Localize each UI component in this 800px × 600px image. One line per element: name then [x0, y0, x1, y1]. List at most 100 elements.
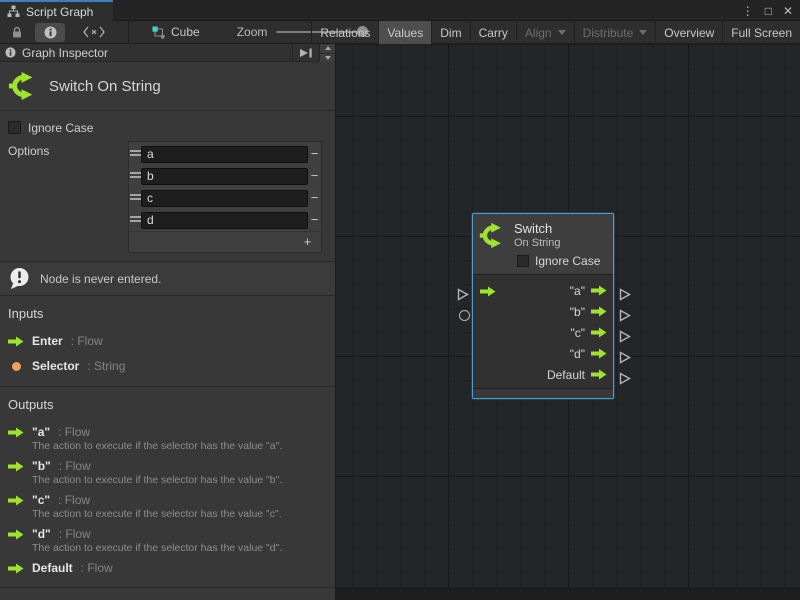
- overview-button[interactable]: Overview: [655, 21, 722, 44]
- option-input[interactable]: [141, 146, 308, 163]
- option-row: −: [129, 165, 321, 187]
- enter-connection-handle[interactable]: [457, 288, 469, 301]
- inspector-node-title: Switch On String: [49, 78, 161, 95]
- warning-box: Node is never entered.: [0, 261, 335, 296]
- carry-button[interactable]: Carry: [470, 21, 516, 44]
- graph-canvas[interactable]: Switch On String Ignore Case "a" "b": [336, 44, 800, 600]
- flow-arrow-icon: [8, 461, 24, 472]
- distribute-dropdown[interactable]: Distribute: [574, 21, 656, 44]
- port-name: "c": [32, 493, 50, 507]
- lock-button[interactable]: [2, 23, 32, 42]
- distribute-label: Distribute: [583, 26, 634, 40]
- section-divider: [0, 587, 335, 588]
- scroll-down-button[interactable]: [320, 53, 335, 62]
- code-preview-button[interactable]: [69, 23, 119, 42]
- align-label: Align: [525, 26, 552, 40]
- graph-hierarchy-icon: [7, 5, 20, 18]
- flow-arrow-icon: [591, 369, 607, 380]
- port-type: : Flow: [81, 561, 113, 575]
- input-port-selector: Selector : String: [8, 359, 327, 373]
- unity-visual-scripting-window: { "window": { "tab_title": "Script Graph…: [0, 0, 800, 600]
- dim-label: Dim: [440, 26, 461, 40]
- port-label: "a": [570, 284, 585, 298]
- output-default-connection-handle[interactable]: [619, 372, 631, 385]
- node-header[interactable]: Switch On String Ignore Case: [473, 214, 613, 274]
- flow-arrow-icon: [480, 286, 496, 297]
- output-b-connection-handle[interactable]: [619, 309, 631, 322]
- options-list: − − − − +: [128, 141, 322, 253]
- port-name: "a": [32, 425, 50, 439]
- dock-panel-button[interactable]: [292, 44, 319, 62]
- output-c-connection-handle[interactable]: [619, 330, 631, 343]
- tab-script-graph[interactable]: Script Graph: [0, 0, 113, 21]
- output-port-c[interactable]: "c": [570, 322, 607, 343]
- values-button[interactable]: Values: [378, 21, 431, 44]
- flow-arrow-icon: [591, 327, 607, 338]
- remove-option-button[interactable]: −: [308, 210, 321, 230]
- inspector-toggle-button[interactable]: [35, 23, 65, 42]
- port-label: "d": [570, 347, 585, 361]
- triangle-up-icon: [325, 46, 331, 50]
- option-input[interactable]: [141, 168, 308, 185]
- output-port-default[interactable]: Default: [547, 364, 607, 385]
- add-option-button[interactable]: +: [294, 232, 321, 252]
- output-port-b[interactable]: "b": [570, 301, 607, 322]
- option-input[interactable]: [141, 190, 308, 207]
- option-input[interactable]: [141, 212, 308, 229]
- node-properties: Ignore Case Options − − −: [0, 111, 335, 261]
- remove-option-button[interactable]: −: [308, 144, 321, 164]
- node-body: "a" "b" "c" "d" Default: [473, 274, 613, 388]
- graph-pointer-label[interactable]: Cube: [171, 25, 200, 39]
- option-row: −: [129, 209, 321, 231]
- flow-arrow-icon: [8, 336, 24, 347]
- window-maximize-icon[interactable]: □: [765, 5, 772, 17]
- flow-arrow-icon: [591, 285, 607, 296]
- scroll-up-button[interactable]: [320, 44, 335, 53]
- node-ignore-case-row: Ignore Case: [517, 253, 605, 268]
- window-close-icon[interactable]: ✕: [783, 5, 793, 17]
- window-controls: ⋮ □ ✕: [742, 0, 793, 21]
- port-type: : Flow: [59, 527, 91, 541]
- output-port-a[interactable]: "a": [570, 280, 607, 301]
- align-dropdown[interactable]: Align: [516, 21, 574, 44]
- port-label: "b": [570, 305, 585, 319]
- toolbar-separator: [128, 21, 129, 44]
- switch-on-string-node[interactable]: Switch On String Ignore Case "a" "b": [472, 213, 614, 399]
- graph-inspector-panel: Graph Inspector Switch On String: [0, 44, 336, 600]
- output-port-a: "a" : Flow The action to execute if the …: [8, 425, 327, 452]
- port-name: "b": [32, 459, 51, 473]
- full-screen-button[interactable]: Full Screen: [722, 21, 800, 44]
- options-list-footer: +: [129, 231, 321, 252]
- dim-button[interactable]: Dim: [431, 21, 469, 44]
- string-value-icon: [12, 362, 21, 371]
- flow-arrow-icon: [8, 529, 24, 540]
- window-menu-icon[interactable]: ⋮: [742, 5, 754, 17]
- graph-toolbar: Cube Zoom 1x Relations Values Dim Carry …: [0, 21, 800, 44]
- port-type: : Flow: [58, 425, 90, 439]
- remove-option-button[interactable]: −: [308, 166, 321, 186]
- output-d-connection-handle[interactable]: [619, 351, 631, 364]
- toolbar-toggle-group: Relations Values Dim Carry Align Distrib…: [311, 21, 800, 44]
- option-row: −: [129, 187, 321, 209]
- remove-option-button[interactable]: −: [308, 188, 321, 208]
- full-screen-label: Full Screen: [731, 26, 792, 40]
- zoom-label: Zoom: [237, 25, 268, 39]
- relations-button[interactable]: Relations: [311, 21, 378, 44]
- overview-label: Overview: [664, 26, 714, 40]
- selector-connection-handle[interactable]: [459, 310, 470, 321]
- node-ignore-case-checkbox[interactable]: [517, 255, 529, 267]
- output-port-c: "c" : Flow The action to execute if the …: [8, 493, 327, 520]
- output-a-connection-handle[interactable]: [619, 288, 631, 301]
- enter-port[interactable]: [480, 286, 496, 297]
- graph-pointer-icon: [152, 26, 165, 39]
- outputs-section: Outputs "a" : Flow The action to execute…: [0, 386, 335, 587]
- ignore-case-row: Ignore Case: [8, 120, 323, 135]
- port-name: "d": [32, 527, 51, 541]
- carry-label: Carry: [479, 26, 508, 40]
- chevron-down-icon: [558, 30, 566, 35]
- output-port-d[interactable]: "d": [570, 343, 607, 364]
- ignore-case-checkbox[interactable]: [8, 121, 21, 134]
- options-row: Options − − −: [8, 141, 323, 253]
- info-icon: [44, 26, 57, 39]
- warning-bubble-icon: [8, 267, 31, 290]
